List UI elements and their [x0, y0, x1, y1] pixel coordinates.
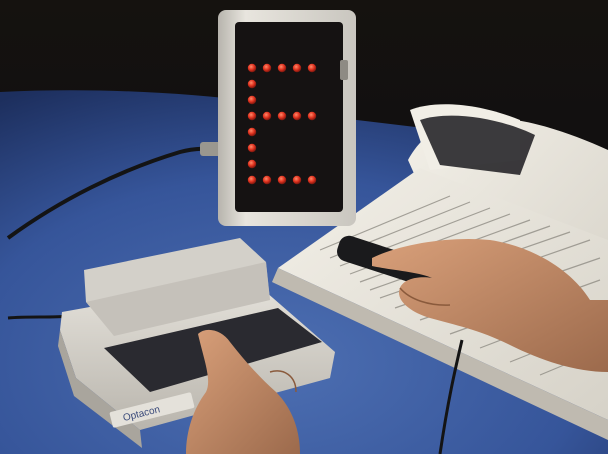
lit-dot: [292, 63, 302, 73]
lit-dot: [262, 111, 272, 121]
lit-dot: [277, 111, 287, 121]
lit-dot: [307, 175, 317, 185]
lit-dot: [247, 79, 257, 89]
lit-dot: [247, 95, 257, 105]
lit-dot: [247, 143, 257, 153]
lit-dot: [292, 111, 302, 121]
lit-dot: [307, 111, 317, 121]
lit-dot: [247, 175, 257, 185]
cable-bottom-left: [7, 314, 71, 320]
lit-dot: [277, 175, 287, 185]
lit-dot: [262, 63, 272, 73]
lit-dot: [247, 111, 257, 121]
lit-dot: [247, 159, 257, 169]
lit-dot: [247, 63, 257, 73]
tactile-display-unit: [218, 10, 356, 226]
photo-scene: Optacon: [0, 0, 608, 454]
lit-dot: [262, 175, 272, 185]
lit-dot: [307, 63, 317, 73]
lit-dot: [292, 175, 302, 185]
lit-dot: [277, 63, 287, 73]
lit-dot: [247, 127, 257, 137]
